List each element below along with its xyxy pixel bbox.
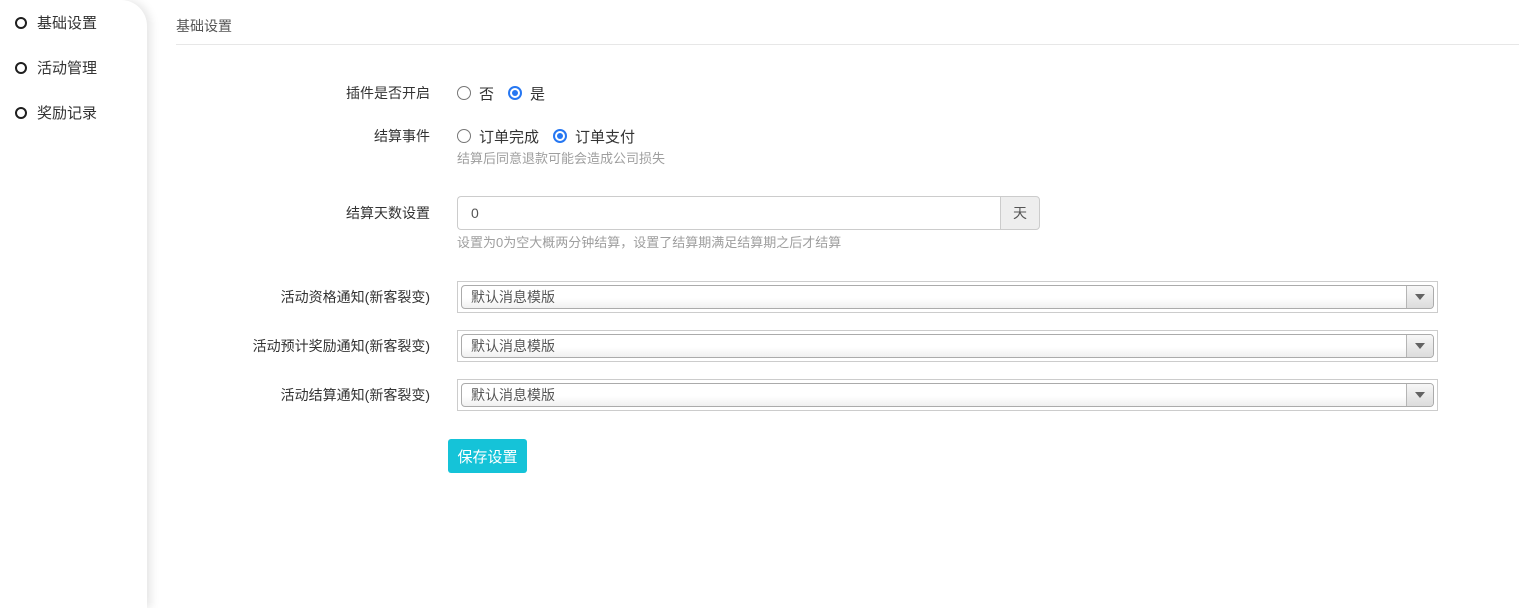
radio-order-complete[interactable]: 订单完成 — [457, 126, 539, 147]
main-content: 基础设置 插件是否开启 否 是 结算事件 — [162, 0, 1533, 473]
sidebar-item-label: 奖励记录 — [37, 102, 97, 123]
notify-qualification-select[interactable]: 默认消息模版 — [457, 281, 1438, 313]
settings-form: 插件是否开启 否 是 结算事件 — [176, 83, 1519, 473]
plugin-enabled-label: 插件是否开启 — [176, 83, 430, 103]
radio-order-paid[interactable]: 订单支付 — [553, 126, 635, 147]
form-row-notify-estimated-reward: 活动预计奖励通知(新客裂变) 默认消息模版 — [176, 330, 1519, 362]
form-row-notify-qualification: 活动资格通知(新客裂变) 默认消息模版 — [176, 281, 1519, 313]
form-row-notify-settlement: 活动结算通知(新客裂变) 默认消息模版 — [176, 379, 1519, 411]
select-value: 默认消息模版 — [471, 336, 555, 356]
notify-qualification-label: 活动资格通知(新客裂变) — [176, 281, 430, 313]
notify-settlement-select[interactable]: 默认消息模版 — [457, 379, 1438, 411]
sidebar-item-basic-settings[interactable]: 基础设置 — [0, 0, 147, 45]
form-row-settlement-days: 结算天数设置 天 设置为0为空大概两分钟结算，设置了结算期满足结算期之后才结算 — [176, 196, 1519, 251]
page-title: 基础设置 — [176, 0, 1519, 45]
plugin-enabled-radio-group: 否 是 — [457, 83, 559, 103]
notify-estimated-reward-select[interactable]: 默认消息模版 — [457, 330, 1438, 362]
sidebar-item-reward-records[interactable]: 奖励记录 — [0, 90, 147, 135]
radio-label: 是 — [530, 83, 545, 104]
radio-checked-icon[interactable] — [508, 86, 522, 100]
settlement-days-input[interactable] — [457, 196, 1000, 230]
sidebar-item-label: 基础设置 — [37, 12, 97, 33]
circle-icon — [15, 107, 27, 119]
radio-checked-icon[interactable] — [553, 129, 567, 143]
radio-plugin-no[interactable]: 否 — [457, 83, 494, 104]
settlement-event-label: 结算事件 — [176, 126, 430, 146]
chevron-down-icon[interactable] — [1406, 335, 1433, 357]
form-row-plugin-enabled: 插件是否开启 否 是 — [176, 83, 1519, 103]
radio-label: 否 — [479, 83, 494, 104]
circle-icon — [15, 17, 27, 29]
radio-label: 订单完成 — [479, 126, 539, 147]
settlement-days-input-group: 天 — [457, 196, 1040, 230]
form-row-save: 保存设置 — [176, 439, 1519, 473]
settlement-days-unit: 天 — [1000, 196, 1040, 230]
sidebar: 基础设置 活动管理 奖励记录 — [0, 0, 147, 608]
circle-icon — [15, 62, 27, 74]
save-settings-button[interactable]: 保存设置 — [448, 439, 527, 473]
settlement-event-help: 结算后同意退款可能会造成公司损失 — [457, 151, 665, 167]
sidebar-item-activity-management[interactable]: 活动管理 — [0, 45, 147, 90]
select-value: 默认消息模版 — [471, 385, 555, 405]
chevron-down-icon[interactable] — [1406, 286, 1433, 308]
select-value: 默认消息模版 — [471, 287, 555, 307]
notify-estimated-reward-label: 活动预计奖励通知(新客裂变) — [176, 330, 430, 362]
settlement-days-help: 设置为0为空大概两分钟结算，设置了结算期满足结算期之后才结算 — [457, 235, 1040, 251]
radio-label: 订单支付 — [575, 126, 635, 147]
chevron-down-icon[interactable] — [1406, 384, 1433, 406]
radio-unchecked-icon[interactable] — [457, 86, 471, 100]
sidebar-item-label: 活动管理 — [37, 57, 97, 78]
notify-settlement-label: 活动结算通知(新客裂变) — [176, 379, 430, 411]
settlement-event-radio-group: 订单完成 订单支付 — [457, 126, 665, 146]
radio-unchecked-icon[interactable] — [457, 129, 471, 143]
settlement-days-label: 结算天数设置 — [176, 196, 430, 230]
radio-plugin-yes[interactable]: 是 — [508, 83, 545, 104]
form-row-settlement-event: 结算事件 订单完成 订单支付 结算后同意退款可能会造成公司损失 — [176, 126, 1519, 167]
